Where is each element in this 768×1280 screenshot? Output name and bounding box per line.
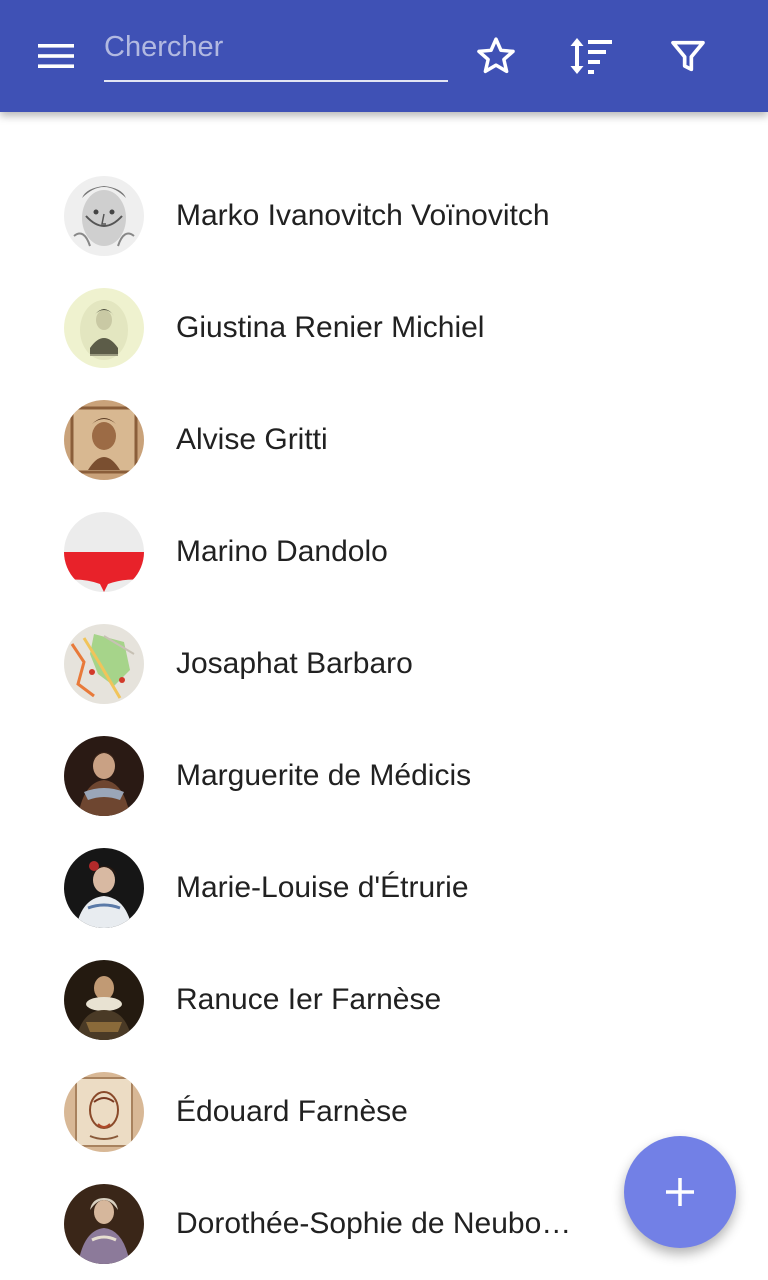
- avatar: [64, 1184, 144, 1264]
- sort-icon: [570, 38, 612, 74]
- favorites-button[interactable]: [460, 20, 532, 92]
- star-outline-icon: [477, 37, 515, 74]
- avatar: [64, 848, 144, 928]
- avatar: [64, 400, 144, 480]
- app-bar: [0, 0, 768, 112]
- add-button[interactable]: [624, 1136, 736, 1248]
- list-item[interactable]: Marguerite de Médicis: [0, 720, 768, 832]
- avatar: [64, 288, 144, 368]
- person-name: Édouard Farnèse: [176, 1095, 408, 1128]
- person-name: Marko Ivanovitch Voïnovitch: [176, 199, 550, 232]
- person-name: Marino Dandolo: [176, 535, 388, 568]
- search-field: [104, 24, 448, 82]
- menu-icon: [38, 44, 74, 68]
- person-name: Marie-Louise d'Étrurie: [176, 871, 469, 904]
- plus-icon: [666, 1178, 694, 1206]
- avatar: [64, 960, 144, 1040]
- person-name: Alvise Gritti: [176, 423, 328, 456]
- people-list: Marko Ivanovitch Voïnovitch Giustina Ren…: [0, 160, 768, 1280]
- menu-button[interactable]: [20, 20, 92, 92]
- avatar: [64, 512, 144, 592]
- avatar: [64, 624, 144, 704]
- person-name: Ranuce Ier Farnèse: [176, 983, 442, 1016]
- person-name: Marguerite de Médicis: [176, 759, 472, 792]
- list-item[interactable]: Alvise Gritti: [0, 384, 768, 496]
- list-item[interactable]: Marino Dandolo: [0, 496, 768, 608]
- avatar: [64, 176, 144, 256]
- sort-button[interactable]: [556, 20, 628, 92]
- list-item[interactable]: Ranuce Ier Farnèse: [0, 944, 768, 1056]
- person-name: Dorothée-Sophie de Neubourg: [176, 1207, 578, 1240]
- search-input[interactable]: [104, 24, 444, 70]
- avatar: [64, 736, 144, 816]
- person-name: Giustina Renier Michiel: [176, 311, 485, 344]
- list-item[interactable]: Marie-Louise d'Étrurie: [0, 832, 768, 944]
- list-item[interactable]: Josaphat Barbaro: [0, 608, 768, 720]
- filter-button[interactable]: [652, 20, 724, 92]
- list-item[interactable]: Giustina Renier Michiel: [0, 272, 768, 384]
- filter-icon: [671, 40, 705, 72]
- person-name: Josaphat Barbaro: [176, 647, 413, 680]
- list-item[interactable]: Marko Ivanovitch Voïnovitch: [0, 160, 768, 272]
- avatar: [64, 1072, 144, 1152]
